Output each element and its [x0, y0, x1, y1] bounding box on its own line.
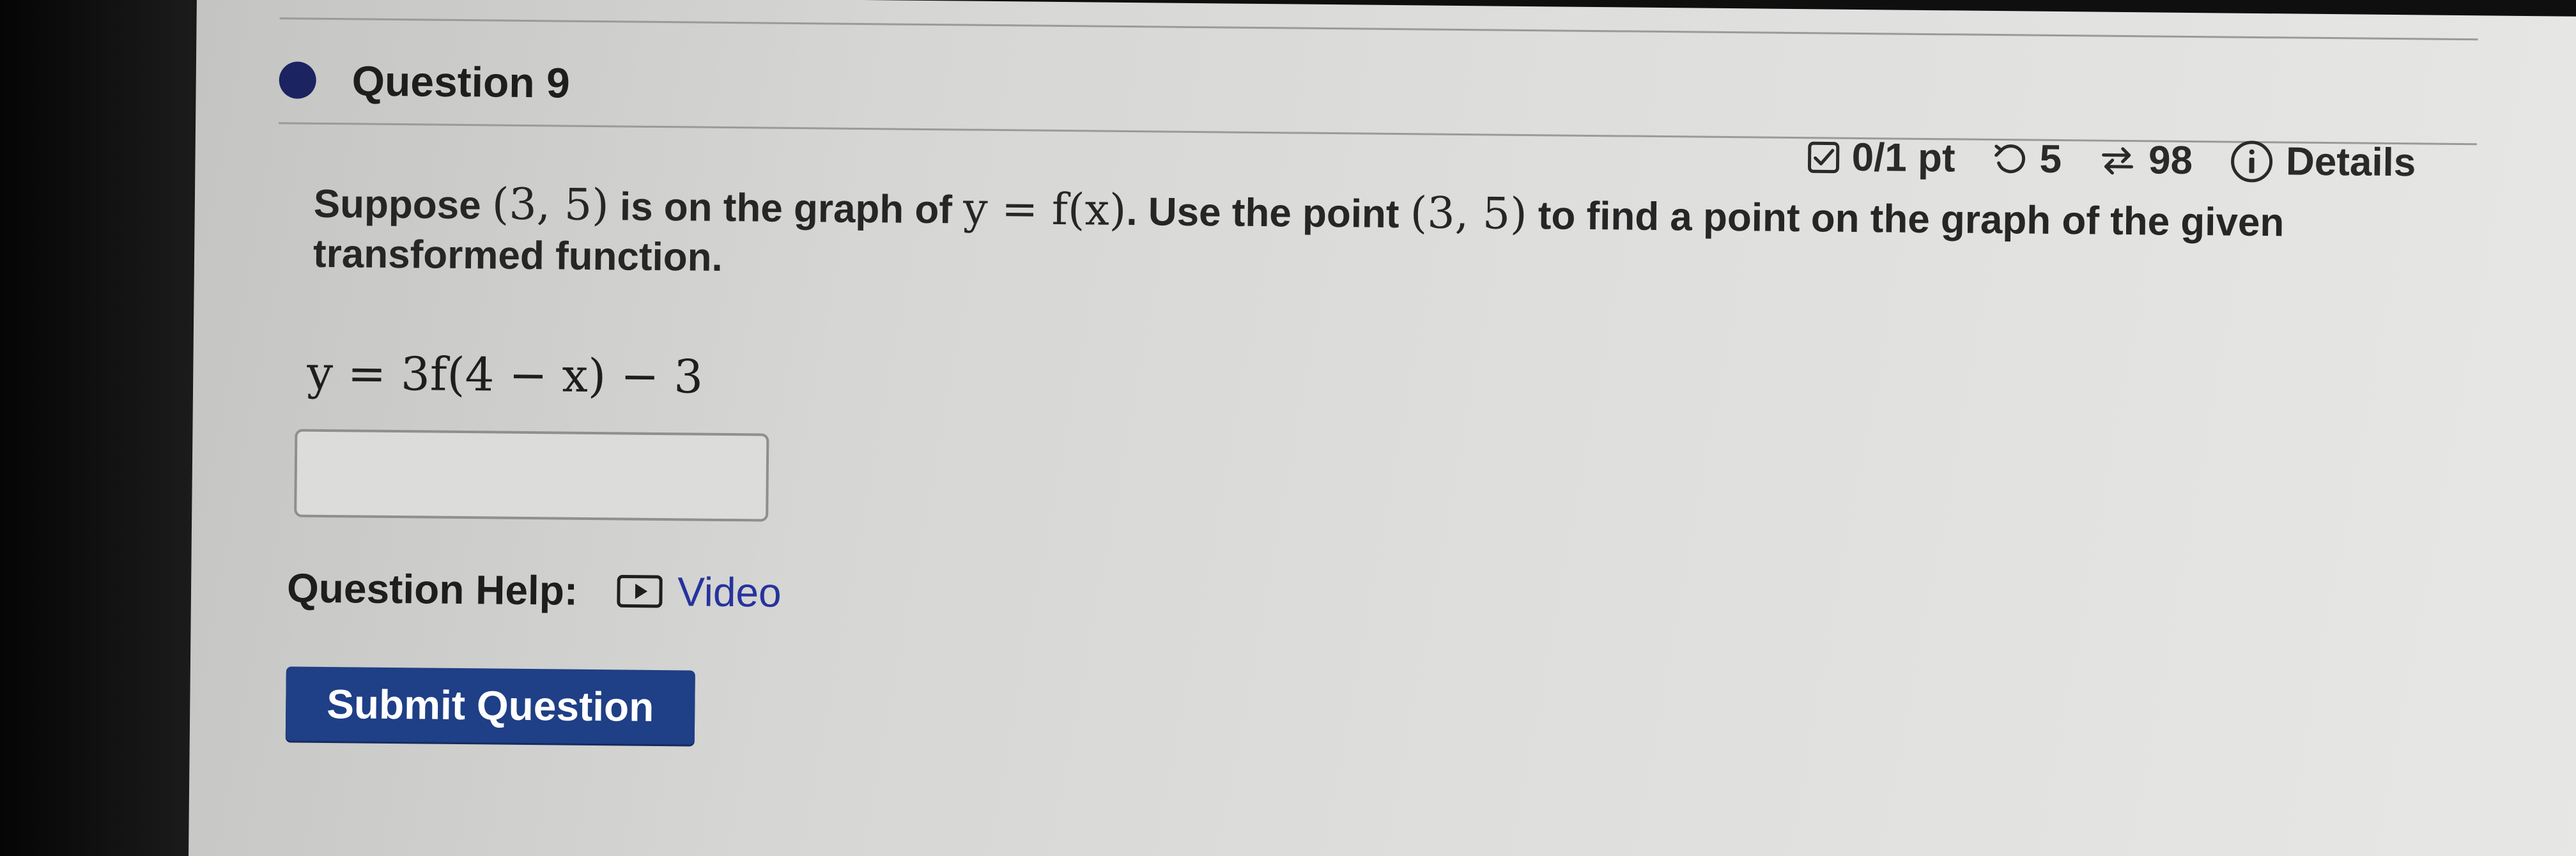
point-math: (3, 5) — [1410, 188, 1527, 240]
attempts-count: 98 — [2148, 138, 2193, 183]
screen: Question 9 0/1 pt 5 98 Details Suppose (… — [0, 0, 2576, 856]
submit-question-button[interactable]: Submit Question — [285, 666, 695, 745]
function-math: y = f(x) — [962, 183, 1127, 236]
statement-text: is on the graph of — [608, 185, 964, 233]
transformed-equation: y = 3f(4 − x) − 3 — [306, 346, 704, 404]
question-help: Question Help: Video — [287, 564, 782, 616]
statement-text: Suppose — [313, 181, 493, 228]
question-page: Question 9 0/1 pt 5 98 Details Suppose (… — [188, 0, 2576, 856]
score-text: 0/1 pt — [1851, 135, 1955, 181]
answer-input[interactable] — [294, 429, 769, 522]
retry-icon — [1992, 141, 2028, 177]
checkbox-icon — [1807, 141, 1840, 174]
attempts-icon — [2099, 142, 2138, 178]
question-help-label: Question Help: — [286, 565, 578, 614]
question-status-dot — [279, 61, 316, 99]
video-help-link[interactable]: Video — [616, 567, 782, 616]
retries-count: 5 — [2039, 137, 2062, 182]
statement-text: . Use the point — [1126, 189, 1411, 237]
video-label: Video — [677, 569, 782, 616]
point-math: (3, 5) — [491, 179, 610, 231]
question-title: Question 9 — [351, 57, 571, 107]
question-statement: Suppose (3, 5) is on the graph of y = f(… — [313, 177, 2487, 299]
top-divider — [279, 17, 2478, 41]
details-link[interactable]: Details — [2286, 139, 2416, 185]
play-icon — [616, 574, 664, 609]
question-meta: 0/1 pt 5 98 Details — [1807, 134, 2416, 185]
info-icon[interactable] — [2230, 139, 2275, 184]
